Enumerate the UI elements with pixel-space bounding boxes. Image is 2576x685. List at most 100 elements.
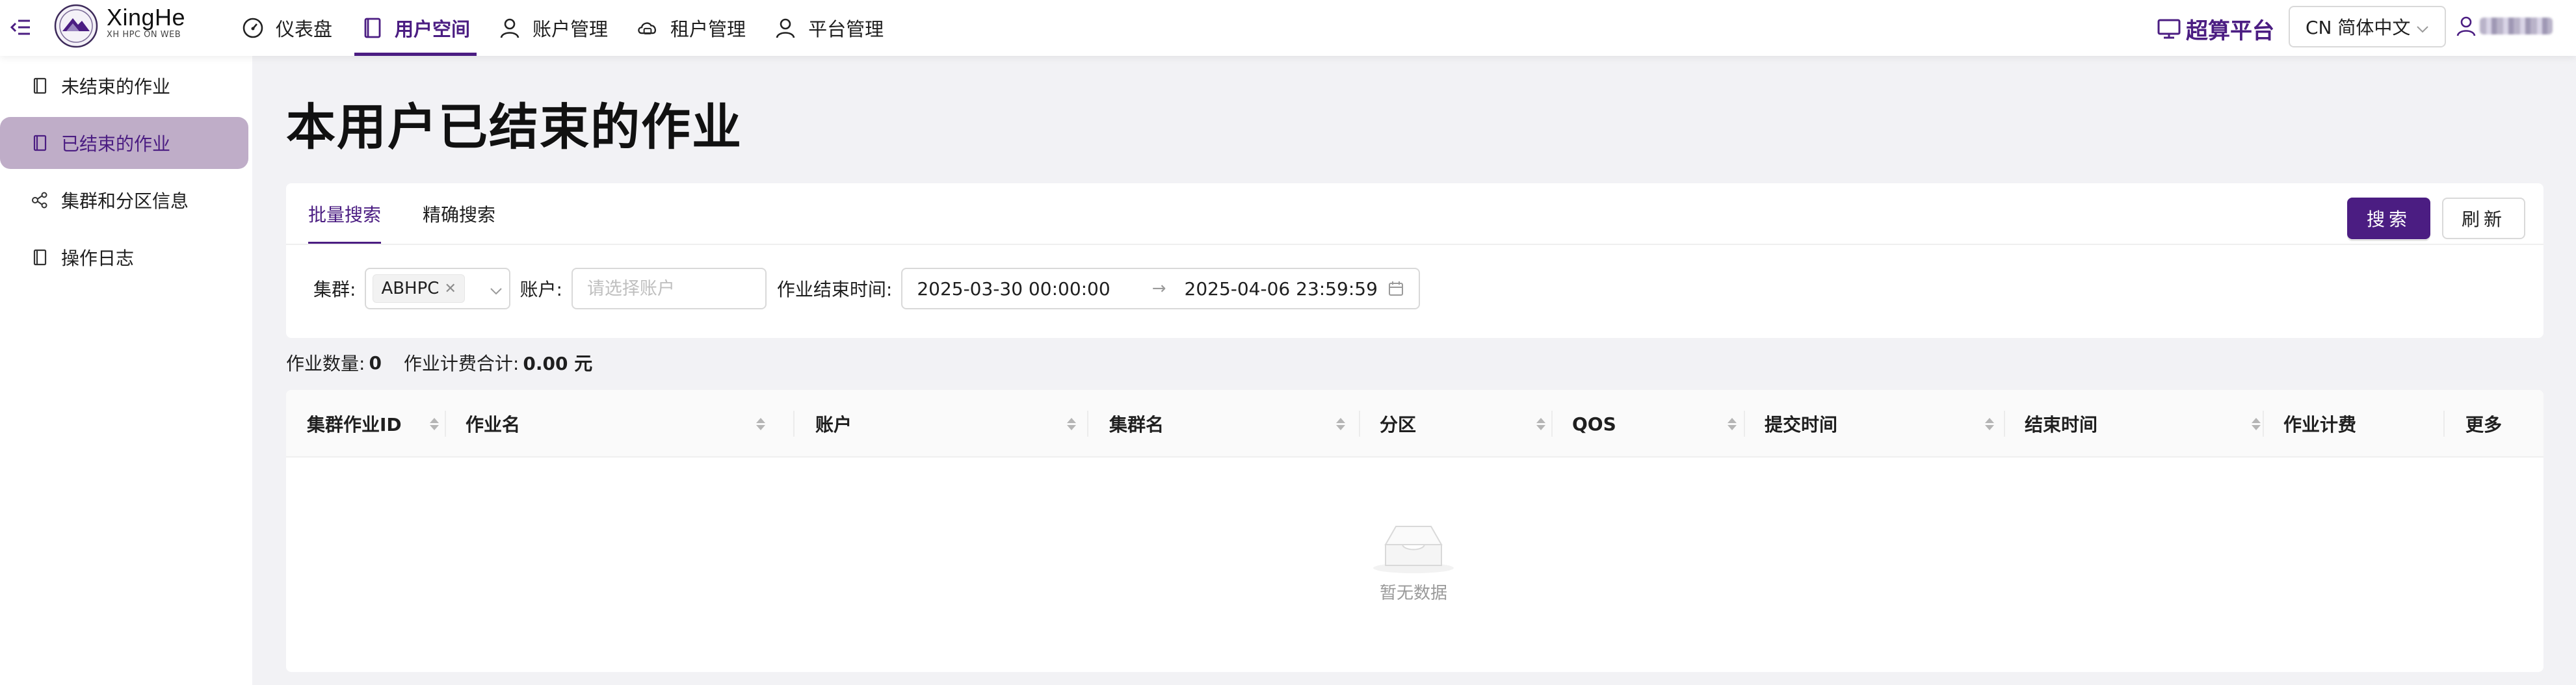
language-value: CN 简体中文 <box>2306 17 2411 38</box>
search-tabs: 批量搜索 精确搜索 <box>308 183 537 244</box>
column-divider <box>1087 411 1088 437</box>
sidebar-item-label: 已结束的作业 <box>61 133 171 155</box>
nav-dashboard[interactable]: 仪表盘 <box>228 0 347 56</box>
column-divider <box>1551 411 1553 437</box>
column-header-job-cost: 作业计费 <box>2283 390 2413 458</box>
end-date-input[interactable]: 2025-04-06 23:59:59 <box>1185 278 1378 300</box>
nav-dashboard-label: 仪表盘 <box>276 18 333 40</box>
sort-icon[interactable] <box>1065 413 1078 435</box>
column-title: 提交时间 <box>1765 414 1838 435</box>
column-title: 作业名 <box>466 414 521 435</box>
end-time-label: 作业结束时间: <box>776 279 893 300</box>
column-title: 更多 <box>2465 414 2503 435</box>
language-select[interactable]: CN 简体中文 <box>2289 6 2446 47</box>
chevron-down-icon <box>2416 16 2429 38</box>
search-card: 批量搜索 精确搜索 搜索 刷新 集群: ABHPC ✕ 账户: 作业结束时间: … <box>286 183 2543 338</box>
column-header-submit-time[interactable]: 提交时间 <box>1765 390 2005 458</box>
column-divider <box>2443 411 2445 437</box>
nav-user-space-label: 用户空间 <box>395 18 471 40</box>
account-label: 账户: <box>519 279 562 300</box>
column-title: 集群作业ID <box>307 414 402 435</box>
user-icon <box>774 17 796 39</box>
empty-inbox-icon <box>1373 526 1454 573</box>
sort-icon[interactable] <box>1726 413 1739 435</box>
sidebar-item-operation-log[interactable]: 操作日志 <box>0 231 248 283</box>
tab-precise-search[interactable]: 精确搜索 <box>423 183 495 244</box>
empty-state: 暂无数据 <box>1348 516 1479 604</box>
close-icon[interactable]: ✕ <box>444 281 456 297</box>
cloud-icon <box>637 17 659 39</box>
nav-user-space[interactable]: 用户空间 <box>347 0 484 56</box>
empty-text: 暂无数据 <box>1379 584 1447 603</box>
filter-row: 集群: ABHPC ✕ 账户: 作业结束时间: 2025-03-30 00:00… <box>313 268 1421 309</box>
book-icon <box>361 17 383 39</box>
sidebar: 未结束的作业 已结束的作业 集群和分区信息 操作日志 <box>0 56 252 685</box>
calendar-icon <box>1387 280 1404 297</box>
sidebar-item-cluster-partition-info[interactable]: 集群和分区信息 <box>0 174 248 226</box>
column-divider <box>1744 411 1745 437</box>
menu-fold-icon[interactable] <box>9 16 33 39</box>
user-icon <box>2456 16 2476 36</box>
column-header-qos[interactable]: QOS <box>1572 390 1748 458</box>
nav-tenant-management-label: 租户管理 <box>670 18 746 40</box>
start-date-input[interactable]: 2025-03-30 00:00:00 <box>917 278 1110 300</box>
column-header-end-time[interactable]: 结束时间 <box>2025 390 2272 458</box>
search-button[interactable]: 搜索 <box>2347 198 2430 239</box>
desktop-icon <box>2157 19 2181 38</box>
arrow-right-icon: → <box>1151 279 1166 298</box>
column-header-partition[interactable]: 分区 <box>1380 390 1555 458</box>
column-divider <box>2263 411 2264 437</box>
column-header-job-id[interactable]: 集群作业ID <box>307 390 445 458</box>
cluster-select[interactable]: ABHPC ✕ <box>365 268 511 309</box>
tab-batch-search[interactable]: 批量搜索 <box>308 183 382 244</box>
date-range-picker[interactable]: 2025-03-30 00:00:00 → 2025-04-06 23:59:5… <box>901 268 1421 309</box>
job-cost-value: 0.00 元 <box>523 353 593 374</box>
column-title: 账户 <box>815 414 852 435</box>
column-title: 结束时间 <box>2025 414 2098 435</box>
sidebar-item-label: 操作日志 <box>61 248 135 269</box>
dashboard-icon <box>242 17 264 39</box>
sidebar-item-label: 集群和分区信息 <box>61 190 189 212</box>
sidebar-item-label: 未结束的作业 <box>61 76 171 97</box>
column-header-job-name[interactable]: 作业名 <box>466 390 778 458</box>
nav-platform-management[interactable]: 平台管理 <box>760 0 898 56</box>
main-nav: 仪表盘 用户空间 账户管理 租户管理 平台管理 <box>228 0 898 56</box>
job-cost-label: 作业计费合计: <box>403 353 519 374</box>
page-title: 本用户已结束的作业 <box>286 98 743 156</box>
column-header-more: 更多 <box>2465 390 2530 458</box>
logo <box>53 3 99 49</box>
username-redacted <box>2480 18 2553 34</box>
brand-title: XingHe <box>107 4 186 31</box>
nav-tenant-management[interactable]: 租户管理 <box>622 0 760 56</box>
sort-icon[interactable] <box>1334 413 1347 435</box>
platform-switch[interactable]: 超算平台 <box>2157 13 2274 45</box>
job-count-label: 作业数量: <box>286 353 365 374</box>
sort-icon[interactable] <box>2250 413 2263 435</box>
job-count-value: 0 <box>369 352 382 374</box>
sort-icon[interactable] <box>428 413 441 435</box>
cluster-label: 集群: <box>313 279 356 300</box>
nav-account-management-label: 账户管理 <box>532 18 609 40</box>
sidebar-item-finished-jobs[interactable]: 已结束的作业 <box>0 117 248 169</box>
refresh-button[interactable]: 刷新 <box>2442 198 2525 239</box>
user-icon <box>499 17 521 39</box>
sort-icon[interactable] <box>1983 413 1996 435</box>
top-navbar: XingHe XH HPC ON WEB 仪表盘 用户空间 账户管理 租户管理 … <box>0 0 2576 56</box>
sort-icon[interactable] <box>754 413 767 435</box>
cluster-icon <box>31 192 48 209</box>
column-header-account[interactable]: 账户 <box>815 390 1088 458</box>
platform-label: 超算平台 <box>2186 18 2274 44</box>
sidebar-item-unfinished-jobs[interactable]: 未结束的作业 <box>0 60 248 112</box>
sort-icon[interactable] <box>1534 413 1547 435</box>
column-divider <box>1359 411 1360 437</box>
user-menu[interactable] <box>2456 16 2553 36</box>
column-title: 分区 <box>1380 414 1417 435</box>
account-select[interactable] <box>571 268 767 309</box>
divider <box>286 244 2543 245</box>
job-stats: 作业数量: 0 作业计费合计: 0.00 元 <box>286 350 614 376</box>
column-header-cluster-name[interactable]: 集群名 <box>1109 390 1356 458</box>
nav-account-management[interactable]: 账户管理 <box>484 0 622 56</box>
cluster-tag-label: ABHPC <box>381 279 440 298</box>
column-divider <box>793 411 795 437</box>
column-title: 作业计费 <box>2283 414 2357 435</box>
